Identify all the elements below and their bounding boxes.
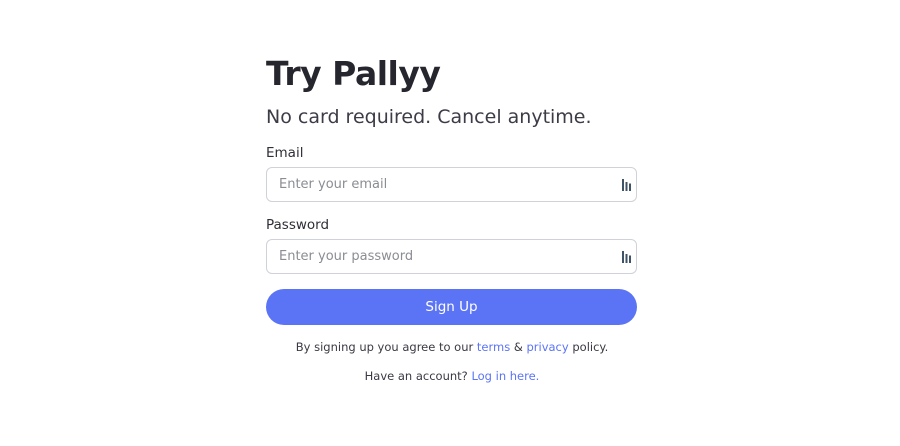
signup-form-container: Try Pallyy No card required. Cancel anyt… (266, 54, 638, 384)
terms-ampersand: & (510, 340, 527, 354)
password-manager-icon[interactable] (622, 251, 631, 263)
email-field[interactable] (267, 168, 609, 201)
terms-notice: By signing up you agree to our terms & p… (266, 339, 638, 355)
email-label: Email (266, 145, 304, 161)
password-field[interactable] (267, 240, 609, 273)
login-prompt-text: Have an account? (364, 369, 472, 383)
privacy-link[interactable]: privacy (526, 340, 568, 354)
login-link[interactable]: Log in here. (471, 369, 539, 383)
page-title: Try Pallyy (266, 54, 441, 93)
terms-link[interactable]: terms (477, 340, 510, 354)
password-label: Password (266, 217, 330, 233)
email-field-wrapper (266, 167, 637, 202)
password-field-wrapper (266, 239, 637, 274)
terms-suffix: policy. (568, 340, 609, 354)
login-prompt: Have an account? Log in here. (266, 368, 638, 384)
sign-up-button[interactable]: Sign Up (266, 289, 637, 325)
password-manager-icon[interactable] (622, 179, 631, 191)
terms-prefix: By signing up you agree to our (295, 340, 477, 354)
page-subtitle: No card required. Cancel anytime. (266, 106, 592, 128)
